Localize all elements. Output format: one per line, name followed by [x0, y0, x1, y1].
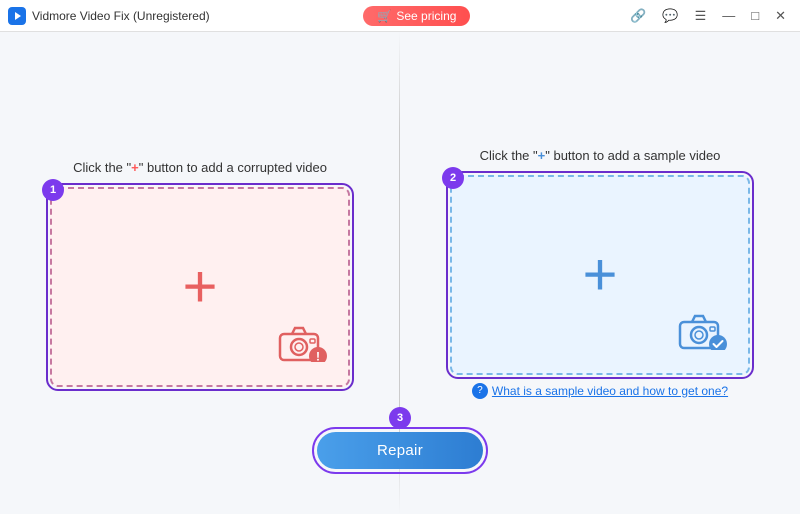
- maximize-icon: □: [751, 8, 759, 23]
- sample-video-link[interactable]: What is a sample video and how to get on…: [492, 384, 728, 398]
- see-pricing-button[interactable]: 🛒 See pricing: [363, 6, 470, 26]
- minimize-button[interactable]: —: [716, 6, 741, 25]
- corrupt-camera-icon: !: [278, 324, 330, 367]
- see-pricing-label: See pricing: [396, 9, 456, 23]
- minimize-icon: —: [722, 8, 735, 23]
- step-2-badge: 2: [442, 167, 464, 189]
- close-button[interactable]: ✕: [769, 6, 792, 26]
- main-content: Click the "+" button to add a corrupted …: [0, 32, 800, 514]
- link-icon: 🔗: [630, 8, 646, 23]
- sample-camera-icon: [678, 312, 730, 355]
- step-3-badge: 3: [389, 407, 411, 429]
- right-instruction: Click the "+" button to add a sample vid…: [480, 148, 721, 163]
- link-button[interactable]: 🔗: [624, 6, 652, 26]
- left-drop-zone[interactable]: 1 + !: [50, 187, 350, 387]
- repair-button-container: Repair: [312, 427, 488, 474]
- menu-button[interactable]: ☰: [689, 6, 713, 26]
- cart-icon: 🛒: [377, 9, 392, 23]
- bottom-area: 3 Repair: [312, 407, 488, 474]
- title-bar: Vidmore Video Fix (Unregistered) 🛒 See p…: [0, 0, 800, 32]
- chat-icon: 💬: [662, 8, 678, 23]
- app-logo-icon: [8, 7, 26, 25]
- left-plus-icon: +: [182, 257, 217, 317]
- left-instruction: Click the "+" button to add a corrupted …: [73, 160, 327, 175]
- question-icon: ?: [472, 383, 488, 399]
- svg-text:!: !: [316, 349, 320, 362]
- repair-button[interactable]: Repair: [317, 432, 483, 469]
- app-title-text: Vidmore Video Fix (Unregistered): [32, 9, 210, 23]
- title-left: Vidmore Video Fix (Unregistered): [8, 7, 210, 25]
- chat-button[interactable]: 💬: [656, 6, 684, 26]
- menu-icon: ☰: [695, 8, 707, 23]
- right-drop-zone[interactable]: 2 +: [450, 175, 750, 375]
- maximize-button[interactable]: □: [745, 6, 765, 25]
- close-icon: ✕: [775, 8, 786, 23]
- step-1-badge: 1: [42, 179, 64, 201]
- title-center: 🛒 See pricing: [363, 6, 470, 26]
- title-right: 🔗 💬 ☰ — □ ✕: [624, 6, 792, 26]
- sample-link-wrap: ? What is a sample video and how to get …: [472, 383, 728, 399]
- right-plus-icon: +: [582, 245, 617, 305]
